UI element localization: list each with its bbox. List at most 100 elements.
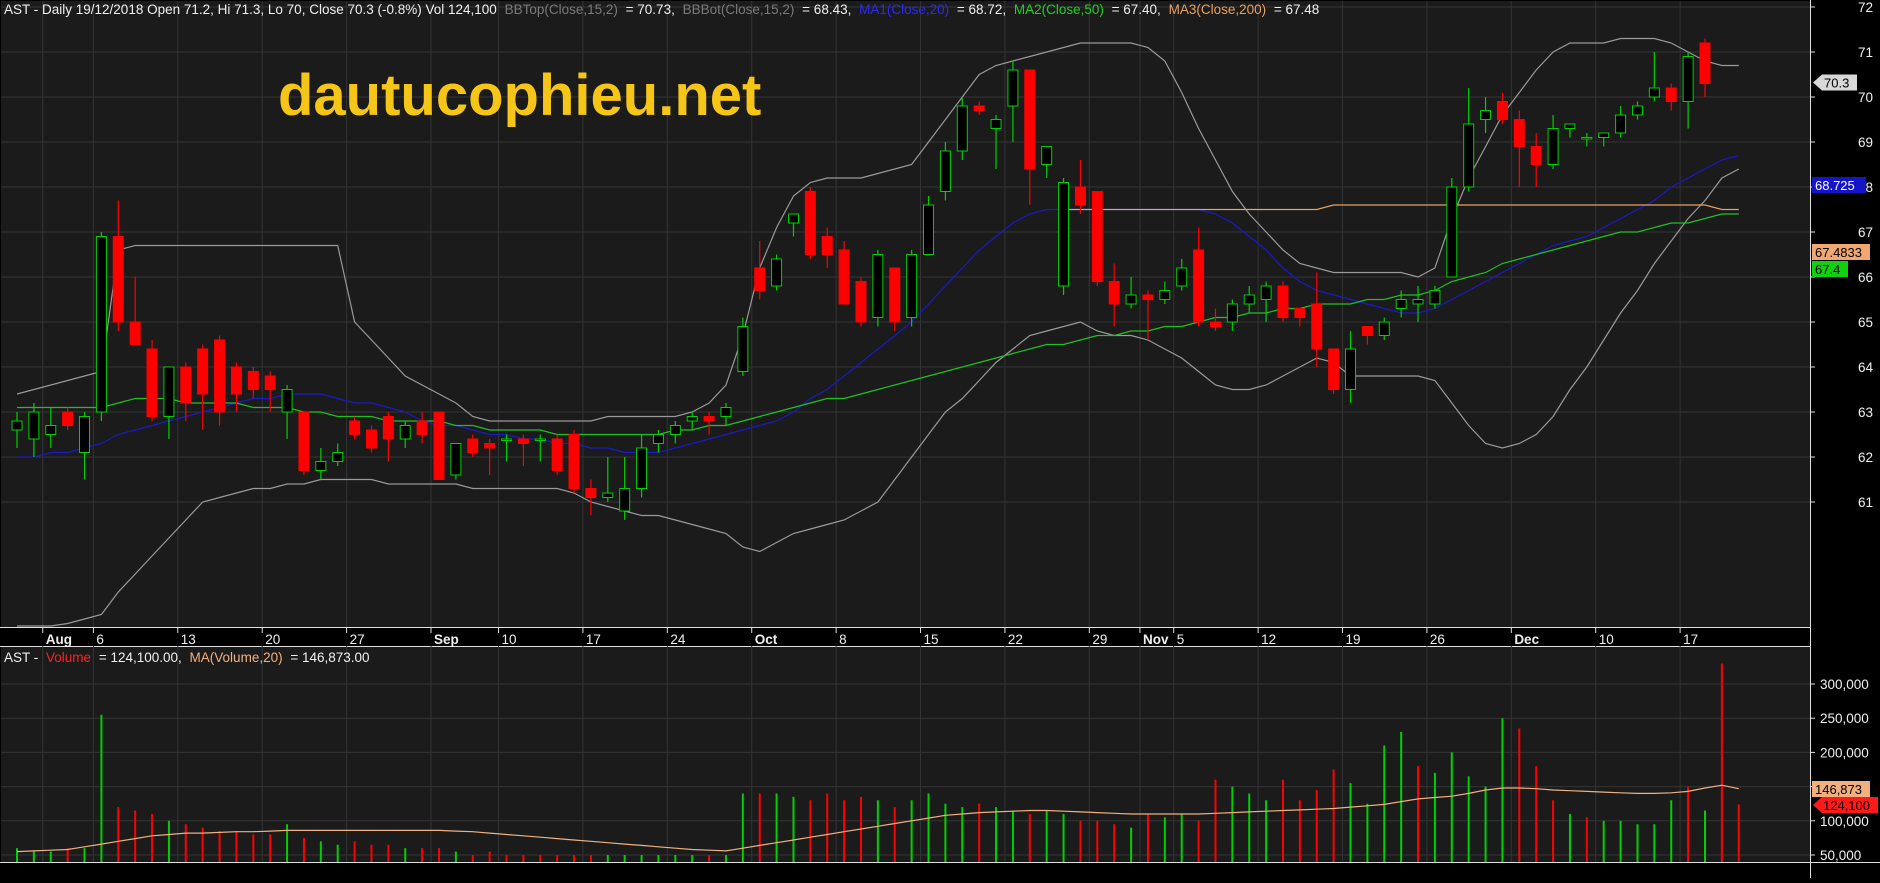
candle-body [1361,326,1373,336]
volume-value: = 124,100.00, [99,650,182,665]
candle-body [1328,348,1340,390]
x-tick-label: 29 [1092,632,1107,647]
volume-tag: 124,100 [1813,797,1878,813]
bbbot-label: BBBot(Close,15,2) [683,2,795,17]
y-tick-label: 63 [1858,405,1873,420]
candle-body [163,366,175,417]
ma2-label: MA2(Close,50) [1014,2,1104,17]
volume-tick-label: 300,000 [1820,677,1869,692]
candle-body [1142,294,1154,300]
candle-body [1260,285,1272,300]
candle-body [787,213,799,224]
bbtop-label: BBTop(Close,15,2) [505,2,618,17]
x-tick-label: 13 [181,632,196,647]
candle-body [619,488,631,512]
close-tag-label: 70.3 [1824,76,1849,91]
candle-body [1209,321,1221,327]
candle-body [1294,308,1306,318]
x-tick-label: 27 [350,632,365,647]
x-tick-label: Nov [1143,632,1169,647]
y-tick-label: 61 [1858,495,1873,510]
stock-chart: Aug 6 13 20 27 Sep 10 17 24 Oct 8 15 22 29 Nov 5 12 19 26 D… [0,0,1880,878]
x-tick-label: 26 [1430,632,1445,647]
ma3-tag-label: 67.4833 [1815,245,1862,260]
candle-body [197,348,209,395]
y-tick-label: 69 [1858,135,1873,150]
close-tag: 70.3 [1813,74,1857,91]
volume-tag-label: 124,100 [1823,798,1870,813]
ma1-label: MA1(Close,20) [859,2,949,17]
candle-body [517,438,529,444]
candle-body [855,281,867,323]
y-tick-label: 66 [1858,270,1873,285]
candle-body [652,434,664,444]
candle-body [230,366,242,395]
candle-body [1108,281,1120,305]
candle-body [1226,303,1238,323]
candle-body [433,411,445,480]
volume-panel [1,646,1810,862]
candle-body [602,492,614,498]
candle-body [112,236,124,323]
candle-body [838,249,850,305]
x-tick-label: 17 [586,632,601,647]
candle-body [1412,299,1424,305]
candle-body [11,420,23,431]
candle-body [1091,191,1103,282]
candle-body [1615,114,1627,134]
x-tick-label: 15 [924,632,939,647]
candle-body [1176,267,1188,287]
ma1-value: = 68.72, [957,2,1006,17]
candle-body [349,420,361,435]
y-tick-label: 64 [1858,360,1874,375]
candle-body [298,411,310,471]
volume-tick-label: 200,000 [1820,745,1869,760]
watermark: dautucophieu.net [278,63,761,128]
candle-body [923,204,935,255]
ma3-label: MA3(Close,200) [1169,2,1267,17]
candle-body [1699,42,1711,84]
bbbot-value: = 68.43, [802,2,851,17]
y-tick-label: 72 [1858,0,1873,15]
candle-body [669,425,681,435]
candle-body [45,425,57,435]
candle-body [703,416,715,422]
candle-body [720,407,732,417]
candle-body [315,461,327,471]
x-tick-label: Dec [1514,632,1539,647]
volume-ma-label: MA(Volume,20) [190,650,283,665]
candle-body [1564,123,1576,129]
volume-ma-tag: 146,873 [1812,781,1870,797]
ma1-tag: 68.725 [1812,177,1866,193]
candle-body [281,389,293,413]
candle-body [365,429,377,449]
ma2-value: = 67.40, [1112,2,1161,17]
y-tick-label: 70 [1858,90,1873,105]
bbtop-value: = 70.73, [626,2,675,17]
candle-body [1530,146,1542,165]
chart-stage: Aug 6 13 20 27 Sep 10 17 24 Oct 8 15 22 29 Nov 5 12 19 26 D… [0,0,1880,878]
x-tick-label: 10 [502,632,517,647]
candle-body [1395,299,1407,309]
ma2-tag: 67.4 [1812,261,1848,277]
candle-body [1598,132,1610,138]
y-tick-label: 62 [1858,450,1873,465]
candle-body [28,411,40,440]
candle-body [484,443,496,449]
candle-body [467,438,479,453]
candle-body [1311,303,1323,350]
ma2-tag-label: 67.4 [1815,262,1840,277]
candle-body [1277,285,1289,318]
x-tick-label: 19 [1346,632,1361,647]
candle-body [889,267,901,323]
candle-body [1378,321,1390,336]
x-tick-label: Sep [434,632,459,647]
y-tick-label: 65 [1858,315,1873,330]
candle-body [956,105,968,152]
candle-body [62,411,74,426]
candle-body [95,236,107,413]
candle-body [382,416,394,440]
candle-body [872,254,884,318]
candle-body [214,339,226,413]
candle-body [1648,87,1660,98]
